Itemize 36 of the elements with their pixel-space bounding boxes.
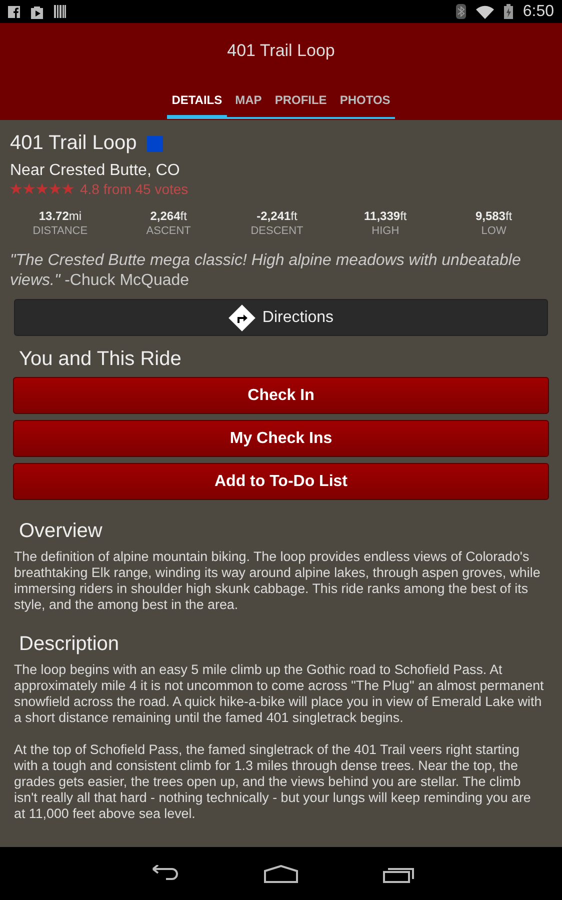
barcode-icon: [54, 5, 66, 18]
stat-value: 13.72mi: [38, 209, 83, 223]
home-button[interactable]: [264, 864, 298, 882]
section-heading: Overview: [18, 520, 104, 543]
stat-label: LOW: [480, 225, 508, 237]
action-button[interactable]: My Check Ins: [13, 420, 549, 457]
section-heading: You and This Ride: [18, 348, 182, 371]
tab[interactable]: MAP: [230, 86, 267, 119]
directions-button[interactable]: Directions: [14, 299, 548, 336]
action-button[interactable]: Add to To-Do List: [13, 463, 549, 500]
stat-value: -2,241ft: [256, 209, 298, 223]
trail-quote: "The Crested Butte mega classic! High alpine meadows with unbeatable views." -Chuck McQuade: [10, 251, 522, 291]
clock-time: 6:50: [522, 2, 554, 20]
stat-label: HIGH: [370, 225, 400, 237]
battery-icon: [504, 4, 513, 19]
section-heading: Description: [18, 633, 120, 656]
trail-name: 401 Trail Loop: [10, 132, 137, 155]
tab[interactable]: PROFILE: [270, 86, 332, 119]
wifi-icon: [476, 4, 494, 18]
trail-location: Near Crested Butte, CO: [10, 162, 181, 180]
rating-text: 4.8 from 45 votes: [80, 181, 188, 197]
stat-label: DISTANCE: [32, 225, 89, 237]
stat-value: 11,339ft: [363, 209, 408, 223]
section-paragraph: At the top of Schofield Pass, the famed singletrack of the 401 Trail veers right starting with a tough and consistent climb for 1.3 miles through dense trees. Near the top, the grades gets easier, the trees open up, and the views behind you are stellar. The climb isn't really all that hard - nothing technically - but your lungs will keep reminding you are at 11,000 feet above sea level.: [14, 742, 532, 822]
stat-label: ASCENT: [145, 225, 192, 237]
home-icon: [264, 864, 298, 882]
bluetooth-icon: [456, 4, 466, 19]
screen-title: 401 Trail Loop: [227, 41, 335, 61]
stat-label: DESCENT: [250, 225, 304, 237]
action-button[interactable]: Check In: [13, 377, 549, 414]
stat-value: 2,264ft: [149, 209, 188, 223]
stat-value: 9,583ft: [474, 209, 514, 223]
tab[interactable]: PHOTOS: [334, 86, 396, 119]
facebook-icon: [8, 6, 20, 18]
section-paragraph: The loop begins with an easy 5 mile climb up the Gothic road to Schofield Pass. At approximately mile 4 it is not uncommon to come across "The Plug" an almost permanent snowfield across the road. A quick hike-a-bike will place you in view of Emerald Lake with a short distance remaining until the famed 401 singletrack begins.: [14, 662, 544, 726]
section-paragraph: The definition of alpine mountain biking. The loop provides endless views of Colorado's breathtaking Elk range, winding its way around alpine lakes, through aspen groves, while immersing riders in shoulder high skunk cabbage. This ride ranks among the best of its style, and the among best in the area.: [14, 549, 542, 613]
